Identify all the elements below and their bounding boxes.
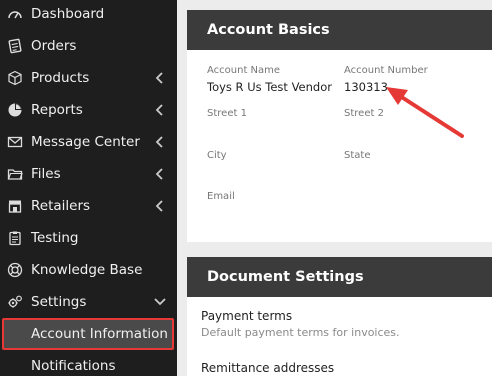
chevron-left-icon: [155, 168, 163, 180]
sidebar-item-label: Account Information: [31, 326, 168, 342]
pie-chart-icon: [6, 101, 24, 119]
account-name-value: Toys R Us Test Vendor: [207, 80, 332, 94]
chevron-left-icon: [155, 136, 163, 148]
folder-icon: [6, 165, 24, 183]
sidebar-item-reports[interactable]: Reports: [0, 94, 177, 126]
sidebar-item-testing[interactable]: Testing: [0, 222, 177, 254]
remittance-addresses-title[interactable]: Remittance addresses: [201, 361, 334, 375]
sidebar-item-label: Files: [31, 166, 61, 182]
payment-terms-title: Payment terms: [201, 309, 293, 323]
email-label: Email: [207, 191, 235, 202]
cube-icon: [6, 69, 24, 87]
sidebar-item-label: Message Center: [31, 134, 140, 150]
account-number-value: 130313: [344, 80, 388, 94]
sidebar-item-label: Reports: [31, 102, 83, 118]
store-icon: [6, 197, 24, 215]
account-basics-card: Account Basics Account Name Toys R Us Te…: [187, 10, 492, 242]
sidebar-item-settings[interactable]: Settings: [0, 286, 177, 318]
sidebar-item-files[interactable]: Files: [0, 158, 177, 190]
chevron-left-icon: [155, 72, 163, 84]
account-basics-title: Account Basics: [187, 10, 492, 50]
sidebar-item-label: Settings: [31, 294, 87, 310]
document-settings-title: Document Settings: [187, 257, 492, 297]
street2-label: Street 2: [344, 108, 384, 119]
sidebar-subitem-account-information[interactable]: Account Information: [0, 318, 177, 350]
chevron-left-icon: [155, 104, 163, 116]
sidebar-item-orders[interactable]: Orders: [0, 30, 177, 62]
chevron-left-icon: [155, 200, 163, 212]
payment-terms-description: Default payment terms for invoices.: [201, 326, 400, 339]
account-name-label: Account Name: [207, 65, 281, 76]
state-label: State: [344, 150, 371, 161]
city-label: City: [207, 150, 227, 161]
sidebar-item-retailers[interactable]: Retailers: [0, 190, 177, 222]
sidebar-item-label: Retailers: [31, 198, 91, 214]
sidebar-item-label: Knowledge Base: [31, 262, 143, 278]
account-number-label: Account Number: [344, 65, 428, 76]
sidebar-item-message-center[interactable]: Message Center: [0, 126, 177, 158]
sidebar-item-knowledge-base[interactable]: Knowledge Base: [0, 254, 177, 286]
clipboard-icon: [6, 229, 24, 247]
sidebar-item-products[interactable]: Products: [0, 62, 177, 94]
content-gutter: [177, 0, 187, 376]
sidebar: Dashboard Orders Products Reports Messag…: [0, 0, 177, 376]
street1-label: Street 1: [207, 108, 247, 119]
envelope-icon: [6, 133, 24, 151]
dashboard-gauge-icon: [6, 5, 24, 23]
sidebar-item-label: Products: [31, 70, 90, 86]
sidebar-item-label: Orders: [31, 38, 77, 54]
sidebar-item-label: Testing: [31, 230, 79, 246]
chevron-down-icon: [154, 298, 166, 306]
orders-icon: [6, 37, 24, 55]
document-settings-card: Document Settings Payment terms Default …: [187, 257, 492, 376]
sidebar-item-label: Dashboard: [31, 6, 105, 22]
sidebar-item-label: Notifications: [31, 358, 116, 374]
gears-icon: [6, 293, 24, 311]
sidebar-subitem-notifications[interactable]: Notifications: [0, 350, 177, 376]
sidebar-item-dashboard[interactable]: Dashboard: [0, 0, 177, 30]
life-ring-icon: [6, 261, 24, 279]
